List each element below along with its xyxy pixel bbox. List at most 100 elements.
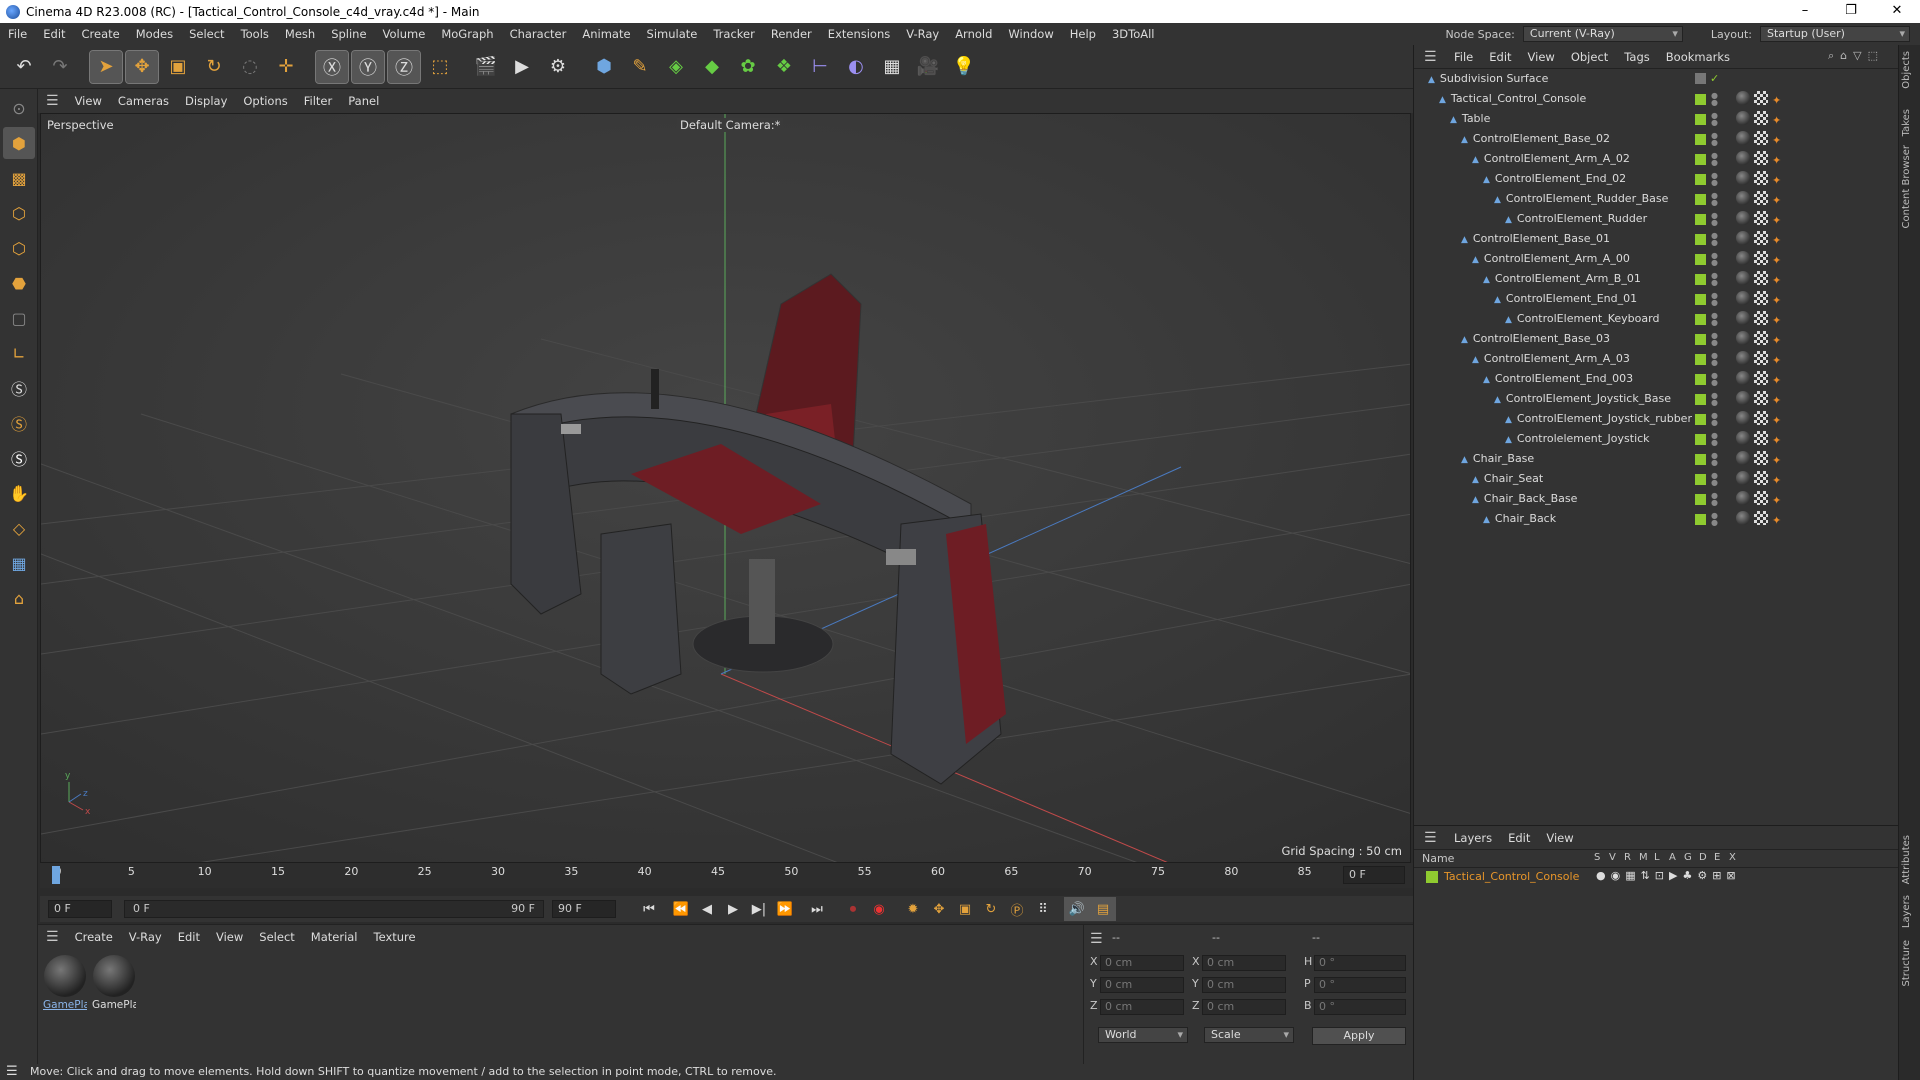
texture-tag-icon[interactable] bbox=[1754, 351, 1768, 365]
object-layer-swatch[interactable] bbox=[1695, 94, 1706, 105]
coordinate-space-dropdown[interactable]: World bbox=[1098, 1027, 1188, 1043]
make-editable-icon[interactable]: ⊙ bbox=[3, 92, 35, 124]
workplane-snap-icon[interactable]: Ⓢ bbox=[3, 442, 35, 474]
object-row[interactable]: ControlElement_Keyboard ●● ✦ bbox=[1414, 309, 1899, 329]
autokey-icon[interactable]: ⏺ bbox=[840, 897, 866, 921]
object-row[interactable]: Chair_Back ●● ✦ bbox=[1414, 509, 1899, 529]
material-tag-icon[interactable] bbox=[1736, 471, 1750, 485]
apply-button[interactable]: Apply bbox=[1312, 1027, 1406, 1045]
side-tab-content-browser[interactable]: Content Browser bbox=[1901, 145, 1912, 228]
object-layer-swatch[interactable] bbox=[1695, 214, 1706, 225]
light-icon[interactable]: 💡 bbox=[948, 51, 980, 83]
vray-tag-icon[interactable]: ✦ bbox=[1772, 371, 1781, 387]
vray-tag-icon[interactable]: ✦ bbox=[1772, 91, 1781, 107]
pen-spline-icon[interactable]: ✎ bbox=[624, 51, 656, 83]
menu-mograph[interactable]: MoGraph bbox=[433, 23, 501, 45]
object-menu-file[interactable]: File bbox=[1454, 50, 1473, 64]
texture-tag-icon[interactable] bbox=[1754, 311, 1768, 325]
object-row[interactable]: ControlElement_Base_01 ●● ✦ bbox=[1414, 229, 1899, 249]
vray-tag-icon[interactable]: ✦ bbox=[1772, 231, 1781, 247]
object-visibility-dots[interactable]: ● ● bbox=[1711, 472, 1718, 487]
go-to-end-icon[interactable]: ⏭ bbox=[804, 897, 830, 921]
object-menu-object[interactable]: Object bbox=[1571, 50, 1608, 64]
material-tag-icon[interactable] bbox=[1736, 271, 1750, 285]
object-visibility-dots[interactable]: ● ● bbox=[1711, 272, 1718, 287]
viewport-camera-label[interactable]: Default Camera:* bbox=[677, 118, 784, 132]
object-visibility-dots[interactable]: ● ● bbox=[1711, 432, 1718, 447]
menu-tracker[interactable]: Tracker bbox=[705, 23, 763, 45]
vray-tag-icon[interactable]: ✦ bbox=[1772, 451, 1781, 467]
menu-animate[interactable]: Animate bbox=[574, 23, 638, 45]
menu-window[interactable]: Window bbox=[1000, 23, 1061, 45]
side-tab-layers[interactable]: Layers bbox=[1901, 895, 1912, 928]
object-row[interactable]: Chair_Seat ●● ✦ bbox=[1414, 469, 1899, 489]
coord-rotation-field[interactable]: 0 ° bbox=[1314, 955, 1406, 971]
texture-tag-icon[interactable] bbox=[1754, 111, 1768, 125]
object-name[interactable]: ControlElement_End_02 bbox=[1483, 169, 1626, 190]
menu-file[interactable]: File bbox=[0, 23, 35, 45]
object-enabled-check-icon[interactable]: ✓ bbox=[1710, 69, 1719, 89]
object-row[interactable]: Chair_Back_Base ●● ✦ bbox=[1414, 489, 1899, 509]
next-frame-icon[interactable]: ▶| bbox=[746, 897, 772, 921]
vray-tag-icon[interactable]: ✦ bbox=[1772, 391, 1781, 407]
node-space-dropdown[interactable]: Current (V-Ray) bbox=[1522, 26, 1683, 42]
object-visibility-dots[interactable]: ● ● bbox=[1711, 92, 1718, 107]
object-name[interactable]: ControlElement_Base_01 bbox=[1461, 229, 1610, 250]
live-selection-icon[interactable]: ◌ bbox=[234, 51, 266, 83]
material-menu-view[interactable]: View bbox=[216, 930, 243, 944]
object-layer-swatch[interactable] bbox=[1695, 294, 1706, 305]
viewport-menu-cameras[interactable]: Cameras bbox=[118, 94, 169, 108]
material-tag-icon[interactable] bbox=[1736, 311, 1750, 325]
object-layer-swatch[interactable] bbox=[1695, 434, 1706, 445]
timeline-playhead[interactable] bbox=[52, 866, 60, 884]
minimize-button[interactable]: – bbox=[1782, 0, 1828, 23]
object-layer-swatch[interactable] bbox=[1695, 254, 1706, 265]
object-row[interactable]: Chair_Base ●● ✦ bbox=[1414, 449, 1899, 469]
cube-icon[interactable]: ⬢ bbox=[588, 51, 620, 83]
voxel-icon[interactable]: ❖ bbox=[768, 51, 800, 83]
menu-v-ray[interactable]: V-Ray bbox=[898, 23, 947, 45]
object-name[interactable]: ControlElement_End_01 bbox=[1494, 289, 1637, 310]
side-tab-attributes[interactable]: Attributes bbox=[1901, 835, 1912, 884]
viewport-menu-options[interactable]: Options bbox=[243, 94, 287, 108]
object-row[interactable]: ControlElement_Rudder_Base ●● ✦ bbox=[1414, 189, 1899, 209]
viewport-menu-filter[interactable]: Filter bbox=[304, 94, 332, 108]
object-row[interactable]: ControlElement_Arm_A_02 ●● ✦ bbox=[1414, 149, 1899, 169]
object-row[interactable]: ControlElement_Base_03 ●● ✦ bbox=[1414, 329, 1899, 349]
texture-tag-icon[interactable] bbox=[1754, 491, 1768, 505]
vray-tag-icon[interactable]: ✦ bbox=[1772, 151, 1781, 167]
coord-position-field[interactable]: 0 cm bbox=[1100, 977, 1184, 993]
render-view-icon[interactable]: 🎬 bbox=[470, 51, 502, 83]
object-visibility-dots[interactable]: ● ● bbox=[1711, 392, 1718, 407]
transform-mode-dropdown[interactable]: Scale bbox=[1204, 1027, 1294, 1043]
texture-tag-icon[interactable] bbox=[1754, 411, 1768, 425]
tweak-icon[interactable]: ✋ bbox=[3, 477, 35, 509]
coord-size-field[interactable]: 0 cm bbox=[1202, 955, 1286, 971]
object-name[interactable]: Chair_Seat bbox=[1472, 469, 1543, 490]
object-visibility-dots[interactable]: ● ● bbox=[1711, 172, 1718, 187]
object-layer-swatch[interactable] bbox=[1695, 454, 1706, 465]
object-visibility-dots[interactable]: ● ● bbox=[1711, 372, 1718, 387]
grid-icon[interactable]: ▦ bbox=[3, 547, 35, 579]
side-tab-objects[interactable]: Objects bbox=[1901, 51, 1912, 89]
object-layer-swatch[interactable] bbox=[1695, 374, 1706, 385]
texture-tag-icon[interactable] bbox=[1754, 171, 1768, 185]
vray-tag-icon[interactable]: ✦ bbox=[1772, 211, 1781, 227]
axis-mode-icon[interactable]: ∟ bbox=[3, 337, 35, 369]
texture-tag-icon[interactable] bbox=[1754, 151, 1768, 165]
y-axis-icon[interactable]: Ⓨ bbox=[351, 49, 385, 84]
motion-tracker-icon[interactable]: 🔊 bbox=[1064, 897, 1090, 921]
object-name[interactable]: ControlElement_Joystick_rubber bbox=[1505, 409, 1692, 430]
material-menu-create[interactable]: Create bbox=[75, 930, 113, 944]
object-name[interactable]: ControlElement_Rudder_Base bbox=[1494, 189, 1668, 210]
vray-tag-icon[interactable]: ✦ bbox=[1772, 411, 1781, 427]
object-visibility-dots[interactable]: ● ● bbox=[1711, 212, 1718, 227]
material-tag-icon[interactable] bbox=[1736, 111, 1750, 125]
workplane-icon[interactable]: ◇ bbox=[3, 512, 35, 544]
render-settings-icon[interactable]: ⚙ bbox=[542, 51, 574, 83]
object-row[interactable]: ControlElement_End_02 ●● ✦ bbox=[1414, 169, 1899, 189]
layout-dropdown[interactable]: Startup (User) bbox=[1760, 26, 1910, 42]
redo-icon[interactable]: ↷ bbox=[44, 51, 76, 83]
object-layer-swatch[interactable] bbox=[1695, 334, 1706, 345]
texture-tag-icon[interactable] bbox=[1754, 391, 1768, 405]
